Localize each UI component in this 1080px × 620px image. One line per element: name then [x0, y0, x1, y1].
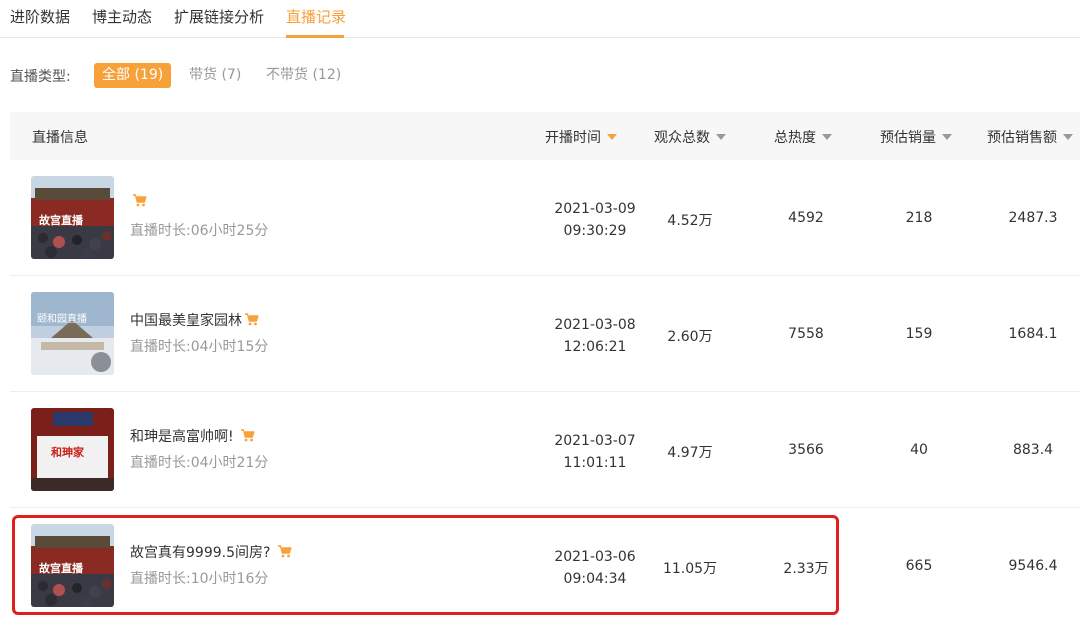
- viewers-count: 2.60万: [667, 329, 713, 345]
- tab-blogger-activity[interactable]: 博主动态: [92, 6, 152, 27]
- viewers-count: 11.05万: [662, 561, 718, 577]
- table-row[interactable]: 颐和园直播 中国最美皇家园林 直播时长:04小时15分 2021-03-08 12…: [10, 276, 1080, 392]
- tab-link-analysis[interactable]: 扩展链接分析: [174, 6, 264, 27]
- thumbnail-caption: 颐和园直播: [37, 314, 87, 325]
- tab-advanced-data[interactable]: 进阶数据: [10, 6, 70, 27]
- live-thumbnail[interactable]: 颐和园直播: [31, 292, 114, 375]
- sort-desc-icon[interactable]: [1063, 134, 1073, 140]
- table-header: 直播信息 开播时间 观众总数 总热度 预估销量 预估销售额: [10, 112, 1080, 160]
- header-live-info: 直播信息: [32, 130, 88, 146]
- est-sales: 218: [905, 210, 933, 226]
- live-title[interactable]: [130, 194, 147, 211]
- filter-without-goods[interactable]: 不带货 (12): [266, 63, 341, 88]
- filter-with-goods[interactable]: 带货 (7): [189, 63, 241, 88]
- est-revenue: 883.4: [1012, 442, 1054, 458]
- filter-all[interactable]: 全部 (19): [94, 63, 172, 88]
- live-thumbnail[interactable]: 和珅家: [31, 408, 114, 491]
- heat-value: 2.33万: [783, 561, 829, 577]
- active-tab-indicator: [286, 35, 344, 38]
- header-est-sales[interactable]: 预估销量: [880, 127, 952, 147]
- heat-value: 7558: [788, 326, 824, 342]
- table-row[interactable]: 故宫直播 故宫真有9999.5间房? 直播时长:10小时16分 2021-03-…: [10, 508, 1080, 620]
- header-heat[interactable]: 总热度: [774, 127, 832, 147]
- heat-value: 4592: [788, 210, 824, 226]
- sort-desc-icon[interactable]: [942, 134, 952, 140]
- live-thumbnail[interactable]: 故宫直播: [31, 524, 114, 607]
- shopping-cart-icon: [277, 545, 292, 562]
- est-revenue: 1684.1: [1008, 326, 1058, 342]
- tab-live-records[interactable]: 直播记录: [286, 6, 346, 27]
- thumbnail-caption: 和珅家: [51, 446, 84, 459]
- est-sales: 40: [910, 442, 928, 458]
- thumbnail-caption: 故宫直播: [39, 562, 83, 575]
- table-row[interactable]: 故宫直播 直播时长:06小时25分 2021-03-09 09:30:29 4.5…: [10, 160, 1080, 276]
- header-start-time[interactable]: 开播时间: [545, 127, 617, 147]
- live-thumbnail[interactable]: 故宫直播: [31, 176, 114, 259]
- heat-value: 3566: [788, 442, 824, 458]
- live-duration: 直播时长:04小时21分: [130, 455, 269, 471]
- live-duration: 直播时长:06小时25分: [130, 223, 269, 239]
- table-row[interactable]: 和珅家 和珅是高富帅啊! 直播时长:04小时21分 2021-03-07 11:0…: [10, 392, 1080, 508]
- tab-bar: 进阶数据 博主动态 扩展链接分析 直播记录: [0, 0, 1080, 38]
- header-viewers[interactable]: 观众总数: [654, 127, 726, 147]
- filter-label: 直播类型:: [10, 69, 71, 85]
- shopping-cart-icon: [132, 194, 147, 211]
- shopping-cart-icon: [240, 429, 255, 446]
- live-duration: 直播时长:10小时16分: [130, 571, 269, 587]
- live-title[interactable]: 中国最美皇家园林: [130, 310, 259, 330]
- header-est-revenue[interactable]: 预估销售额: [987, 127, 1073, 147]
- viewers-count: 4.97万: [667, 445, 713, 461]
- est-sales: 665: [905, 558, 933, 574]
- live-title[interactable]: 和珅是高富帅啊!: [130, 426, 255, 446]
- thumbnail-caption: 故宫直播: [39, 214, 83, 227]
- live-title[interactable]: 故宫真有9999.5间房?: [130, 542, 292, 562]
- sort-desc-icon[interactable]: [822, 134, 832, 140]
- viewers-count: 4.52万: [667, 213, 713, 229]
- sort-desc-icon[interactable]: [716, 134, 726, 140]
- live-type-filter: 直播类型: 全部 (19) 带货 (7) 不带货 (12): [0, 62, 600, 88]
- est-sales: 159: [905, 326, 933, 342]
- sort-desc-icon[interactable]: [607, 134, 617, 140]
- est-revenue: 2487.3: [1008, 210, 1058, 226]
- shopping-cart-icon: [244, 313, 259, 330]
- est-revenue: 9546.4: [1008, 558, 1058, 574]
- live-duration: 直播时长:04小时15分: [130, 339, 269, 355]
